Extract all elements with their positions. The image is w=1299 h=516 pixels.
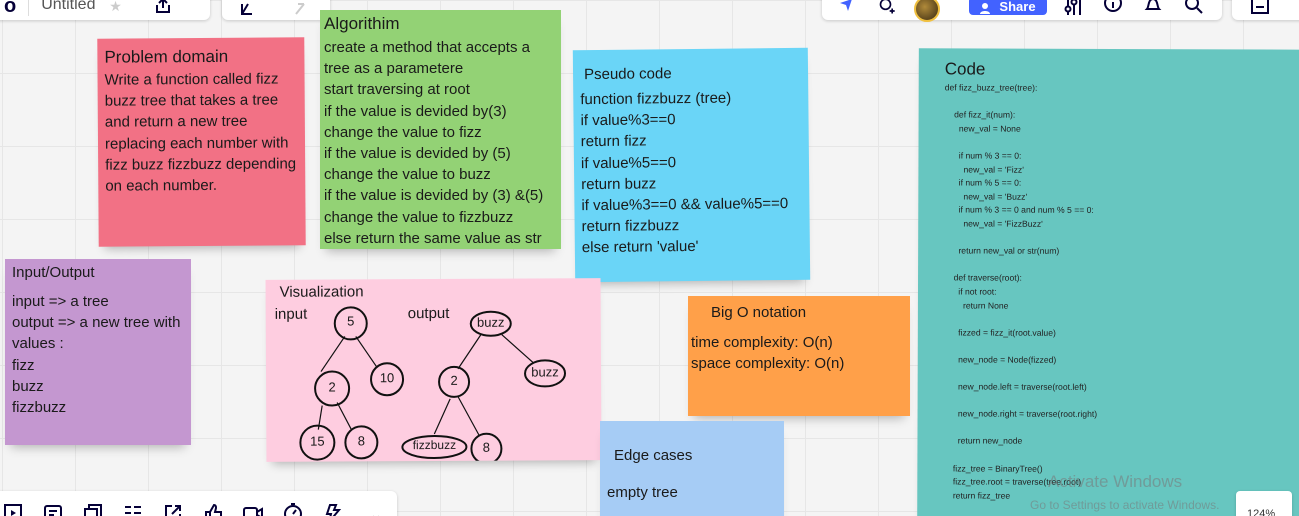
input-node-right-label: 10 bbox=[379, 370, 395, 386]
sticky-title: Edge cases bbox=[614, 447, 693, 464]
sticky-title: Algorithim bbox=[324, 14, 400, 33]
sticky-problem-domain[interactable]: Problem domain Write a function called f… bbox=[97, 37, 306, 247]
add-collaborator-icon[interactable] bbox=[878, 0, 898, 16]
sticky-line: if value%3==0 && value%5==0 bbox=[581, 195, 789, 215]
sticky-line: start traversing at root bbox=[324, 81, 470, 99]
sticky-title: Pseudo code bbox=[583, 65, 672, 84]
sticky-line: tree as a parametere bbox=[324, 60, 464, 78]
output-node-root-label: buzz bbox=[476, 314, 505, 330]
input-label: input bbox=[274, 305, 308, 323]
sticky-line: input => a tree bbox=[12, 293, 109, 310]
sticky-code[interactable]: Code def fizz_buzz_tree(tree): def fizz_… bbox=[917, 48, 1299, 516]
collaboration-bar: Share bbox=[822, 0, 1222, 22]
redo-icon[interactable] bbox=[293, 0, 313, 19]
user-avatar[interactable] bbox=[914, 0, 940, 22]
sticky-line: empty tree bbox=[607, 484, 678, 501]
sticky-algorithm[interactable]: Algorithim create a method that accepts … bbox=[320, 10, 561, 249]
search-icon[interactable] bbox=[1184, 0, 1204, 16]
like-icon[interactable] bbox=[202, 502, 224, 516]
share-button[interactable]: Share bbox=[969, 0, 1047, 15]
sticky-title: Input/Output bbox=[12, 264, 95, 281]
input-node-left-left-label: 15 bbox=[310, 433, 325, 449]
undo-redo-bar bbox=[222, 0, 330, 20]
zoom-level[interactable]: 124% bbox=[1236, 491, 1292, 516]
star-icon[interactable]: ★ bbox=[105, 0, 125, 16]
sticky-title: Problem domain bbox=[104, 46, 229, 67]
sticky-line: space complexity: O(n) bbox=[691, 355, 845, 373]
sticky-title: Code bbox=[944, 59, 986, 79]
comments-icon[interactable] bbox=[42, 502, 64, 516]
sticky-line: change the value to fizzbuzz bbox=[324, 208, 514, 226]
frames-icon[interactable] bbox=[2, 502, 24, 516]
input-node-root-label: 5 bbox=[347, 313, 355, 329]
sticky-line: if value%5==0 bbox=[580, 153, 677, 172]
output-node-right-label: buzz bbox=[531, 364, 559, 380]
settings-sliders-icon[interactable] bbox=[1064, 0, 1084, 16]
sticky-body: Write a function called fizz buzz tree t… bbox=[104, 70, 297, 195]
sticky-line: else return 'value' bbox=[581, 238, 699, 257]
output-node-left-left-label: fizzbuzz bbox=[412, 437, 457, 453]
expand-icon[interactable] bbox=[162, 502, 184, 516]
collapse-icon[interactable] bbox=[239, 0, 259, 19]
sticky-line: return fizzbuzz bbox=[581, 217, 680, 236]
board-panel-icon[interactable] bbox=[1250, 0, 1270, 16]
input-node-left-label: 2 bbox=[328, 379, 336, 395]
sticky-line: time complexity: O(n) bbox=[691, 334, 833, 351]
share-button-label: Share bbox=[999, 0, 1036, 14]
app-logo[interactable]: o bbox=[4, 0, 16, 18]
vote-icon[interactable] bbox=[322, 502, 344, 516]
sticky-line: values : bbox=[12, 335, 64, 353]
video-icon[interactable] bbox=[242, 502, 264, 516]
input-node-left-right-label: 8 bbox=[357, 433, 366, 449]
output-node-left-label: 2 bbox=[450, 372, 458, 388]
sticky-line: if the value is devided by (3) &(5) bbox=[324, 187, 544, 205]
sticky-line: if the value is devided by (5) bbox=[324, 145, 511, 163]
sticky-line: return fizz bbox=[580, 132, 647, 151]
sticky-line: output => a new tree with bbox=[12, 314, 181, 332]
sticky-line: function fizzbuzz (tree) bbox=[580, 89, 732, 109]
sticky-title: Visualization bbox=[279, 283, 364, 301]
sticky-edge-cases[interactable]: Edge cases empty tree bbox=[600, 421, 784, 516]
sticky-line: buzz bbox=[12, 377, 44, 395]
divider bbox=[28, 0, 30, 16]
sticky-line: if the value is devided by(3) bbox=[324, 102, 507, 120]
board-title-bar: o Untitled ★ bbox=[0, 0, 210, 20]
sticky-visualization[interactable]: Visualization input output 5 2 10 15 8 b… bbox=[265, 278, 602, 462]
bottom-toolbar bbox=[0, 491, 397, 516]
panel-bar bbox=[1232, 0, 1299, 20]
output-node-left-right-label: 8 bbox=[482, 439, 491, 455]
output-label: output bbox=[407, 304, 450, 323]
timer-icon[interactable] bbox=[282, 502, 304, 516]
list-icon[interactable] bbox=[122, 502, 144, 516]
info-icon[interactable] bbox=[1103, 0, 1123, 16]
collapse-toolbar-icon[interactable] bbox=[362, 502, 384, 516]
sticky-big-o[interactable]: Big O notation time complexity: O(n) spa… bbox=[688, 296, 910, 416]
sticky-title: Big O notation bbox=[711, 304, 807, 321]
sticky-line: if value%3==0 bbox=[580, 111, 676, 130]
notifications-bell-icon[interactable] bbox=[1143, 0, 1163, 16]
code-block: def fizz_buzz_tree(tree): def fizz_it(nu… bbox=[943, 82, 1098, 501]
sticky-line: fizz bbox=[12, 356, 35, 374]
copy-icon[interactable] bbox=[82, 502, 104, 516]
reactions-icon[interactable] bbox=[836, 0, 856, 16]
sticky-line: return buzz bbox=[581, 175, 657, 193]
board-title[interactable]: Untitled bbox=[41, 0, 95, 14]
sticky-line: change the value to fizz bbox=[324, 123, 482, 141]
sticky-line: fizzbuzz bbox=[12, 399, 67, 417]
sticky-line: else return the same value as str bbox=[324, 229, 542, 247]
sticky-input-output[interactable]: Input/Output input => a tree output => a… bbox=[5, 259, 191, 445]
sticky-pseudo-code[interactable]: Pseudo code function fizzbuzz (tree) if … bbox=[572, 47, 811, 283]
export-icon[interactable] bbox=[153, 0, 173, 16]
sticky-line: change the value to buzz bbox=[324, 166, 491, 184]
sticky-line: create a method that accepts a bbox=[324, 39, 530, 56]
